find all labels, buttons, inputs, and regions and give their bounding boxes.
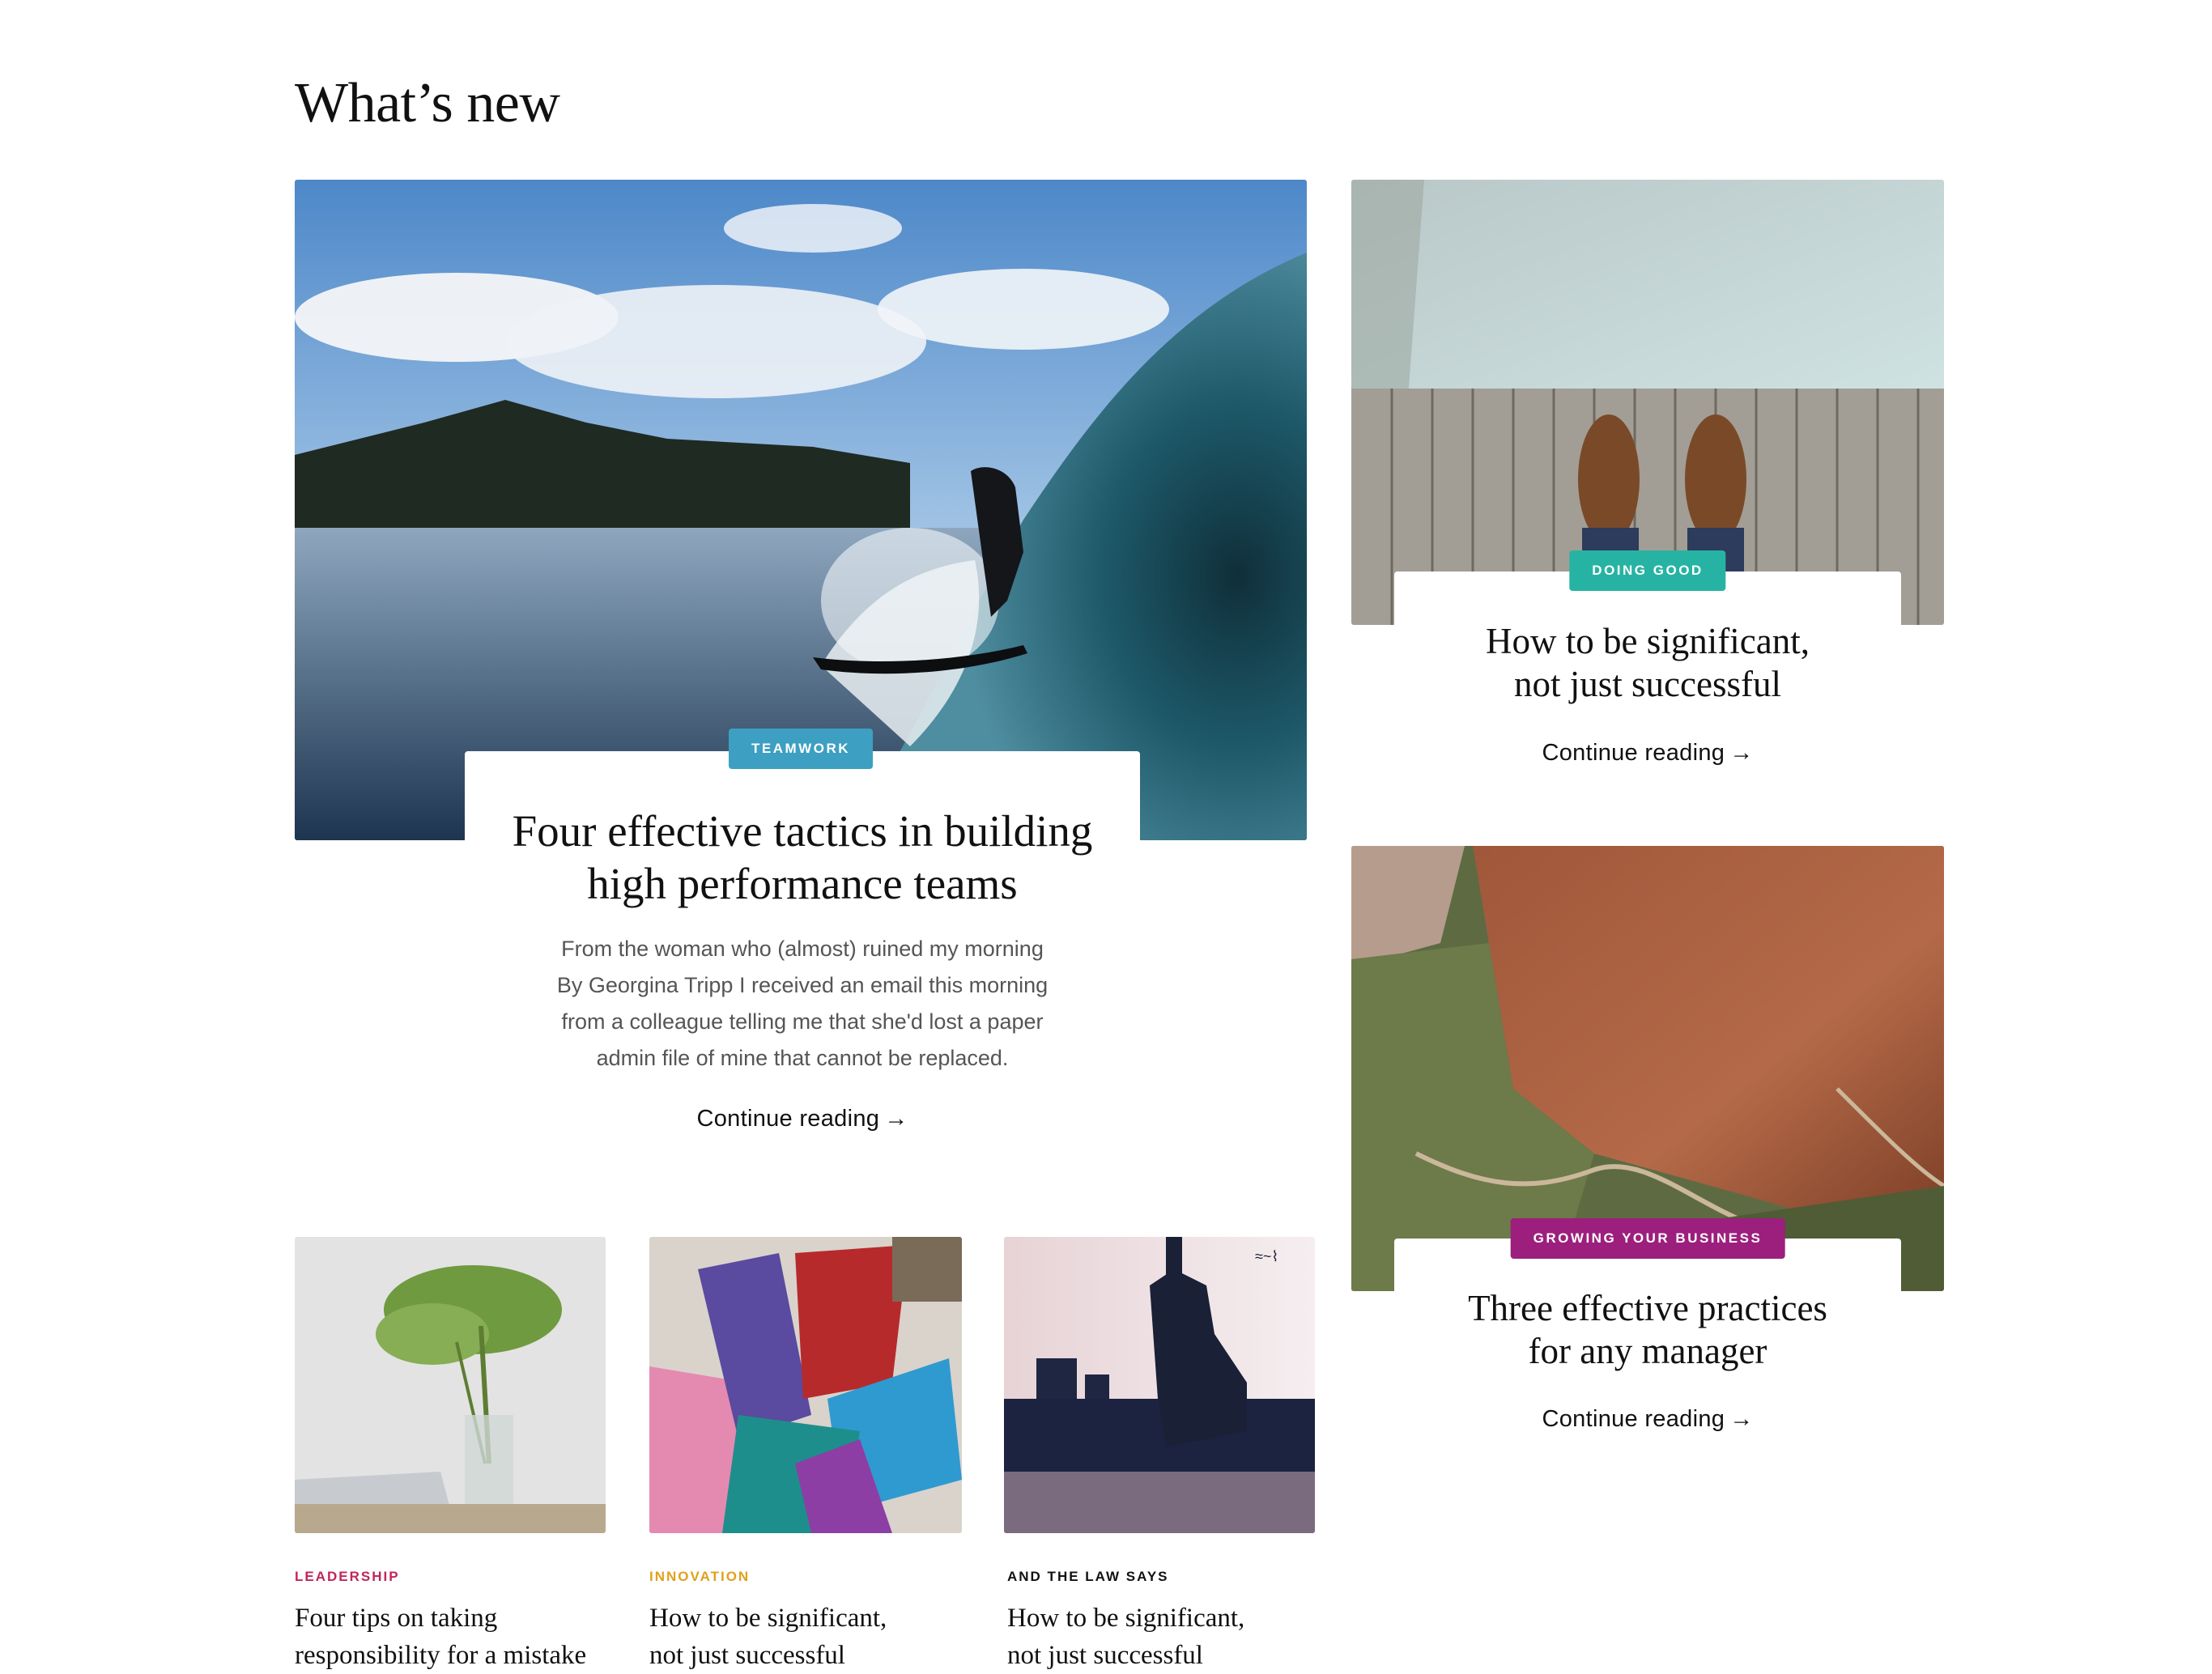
side-bottom-title[interactable]: Three effective practices for any manage… (1376, 1287, 1919, 1373)
small-card-3-category[interactable]: AND THE LAW SAYS (1007, 1569, 1169, 1585)
small-card-1-category[interactable]: LEADERSHIP (295, 1569, 400, 1585)
featured-title[interactable]: Four effective tactics in building high … (465, 805, 1140, 910)
svg-text:≈~⌇: ≈~⌇ (1255, 1248, 1278, 1264)
arrow-right-icon: → (1729, 740, 1754, 766)
featured-excerpt: From the woman who (almost) ruined my mo… (556, 937, 1049, 1070)
small-card-2-category[interactable]: INNOVATION (649, 1569, 750, 1585)
plant-photo-illustration (295, 1237, 606, 1533)
side-bottom-continue-reading-link[interactable]: Continue reading → (1376, 1406, 1919, 1433)
side-top-continue-reading-link[interactable]: Continue reading → (1376, 740, 1919, 767)
small-card-1-image-plant[interactable] (295, 1237, 606, 1533)
small-card-2-image-brushes[interactable] (649, 1237, 962, 1533)
side-bottom-category-badge[interactable]: GROWING YOUR BUSINESS (1510, 1218, 1785, 1259)
featured-category-badge[interactable]: TEAMWORK (729, 729, 873, 769)
small-card-3-image-silhouette[interactable]: ≈~⌇ (1004, 1237, 1315, 1533)
arrow-right-icon: → (1729, 1406, 1754, 1432)
silhouette-photo-illustration: ≈~⌇ (1004, 1237, 1315, 1533)
section-heading: What’s new (295, 72, 560, 134)
small-card-2-title[interactable]: How to be significant, not just successf… (649, 1600, 973, 1674)
side-top-category-badge[interactable]: DOING GOOD (1569, 550, 1726, 591)
small-card-1-title[interactable]: Four tips on taking responsibility for a… (295, 1600, 619, 1674)
arrow-right-icon: → (884, 1106, 908, 1132)
small-card-3-title[interactable]: How to be significant, not just successf… (1007, 1600, 1331, 1674)
paintbrushes-photo-illustration (649, 1237, 962, 1533)
featured-continue-reading-link[interactable]: Continue reading → (465, 1106, 1140, 1132)
side-top-title[interactable]: How to be significant, not just successf… (1376, 620, 1919, 706)
